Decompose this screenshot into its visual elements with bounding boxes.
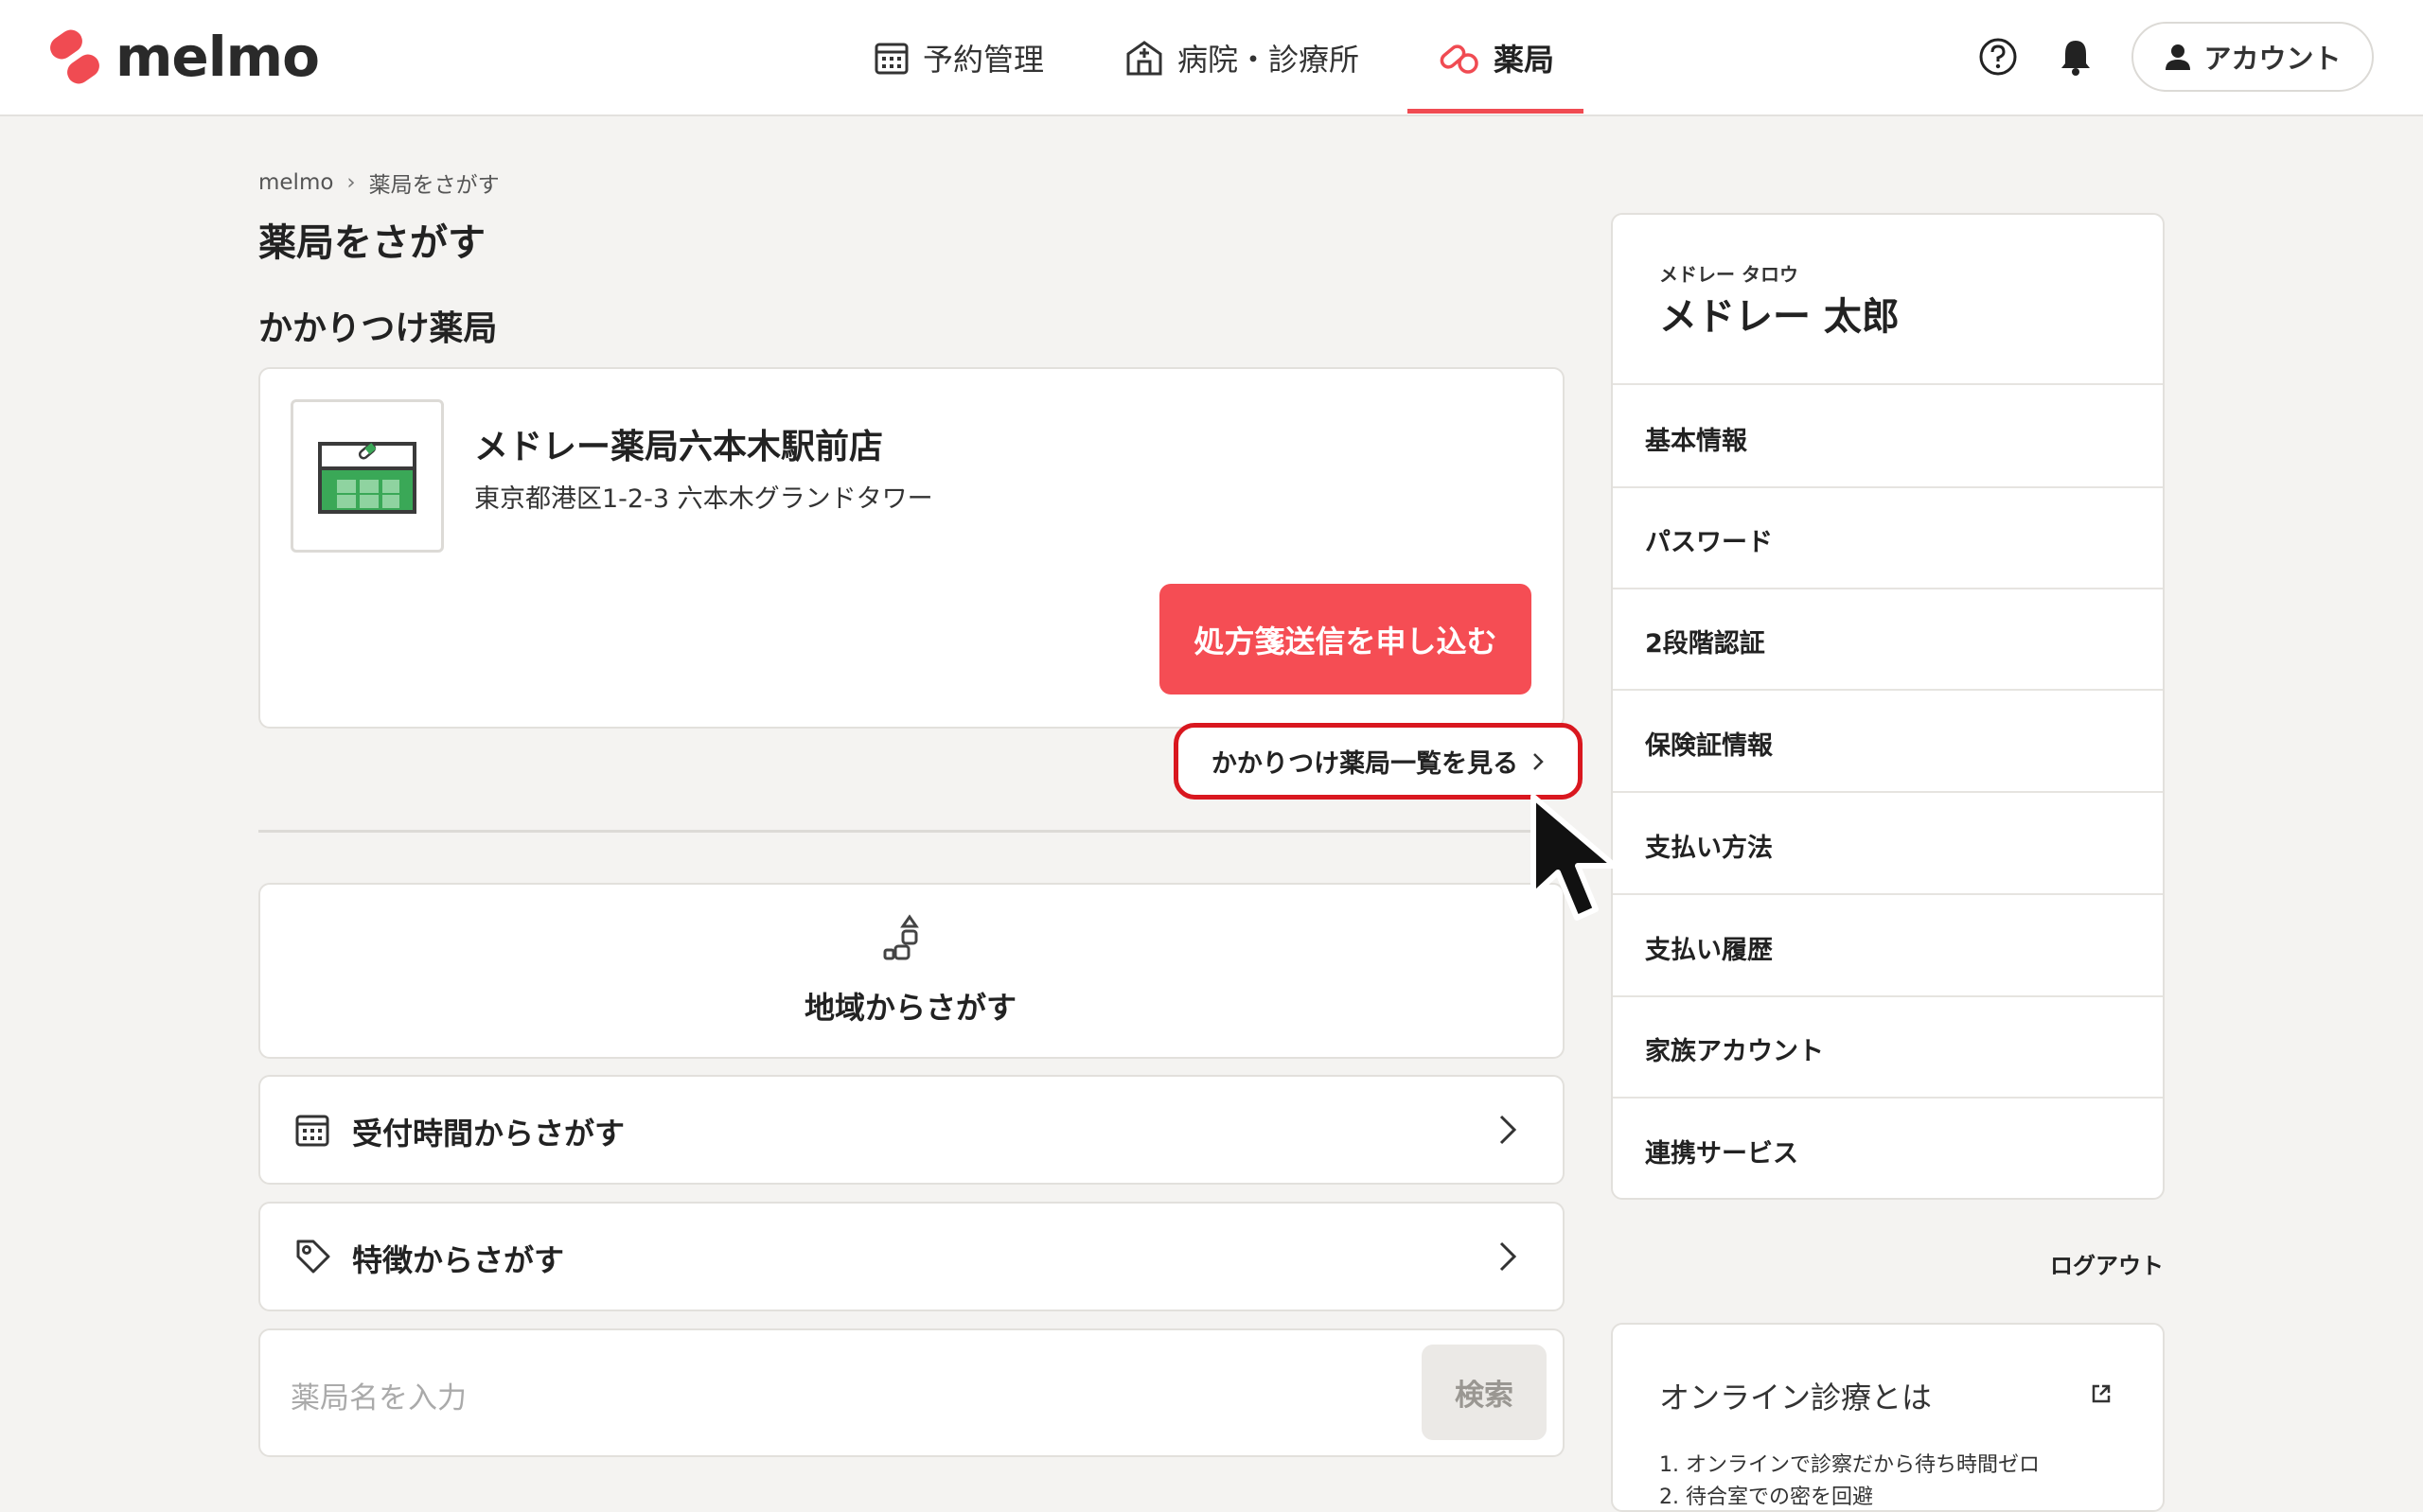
favorite-section-title: かかりつけ薬局 [258,309,498,348]
menu-divider [1613,791,2163,793]
search-button[interactable]: 検索 [1422,1345,1547,1440]
online-consultation-title: オンライン診療とは [1659,1380,1933,1415]
user-name: メドレー 太郎 [1659,295,1900,339]
page-title: 薬局をさがす [258,221,486,265]
menu-basic-info[interactable]: 基本情報 [1645,420,1747,457]
nav-hospitals-label: 病院・診療所 [1177,41,1360,78]
menu-divider [1613,383,2163,385]
region-search-label: 地域からさがす [804,990,1017,1026]
top-header: melmo 予約管理 病院・診療所 薬局 アカウント [0,0,2423,116]
tag-icon [296,1239,330,1274]
breadcrumb-home[interactable]: melmo [258,170,333,195]
nav-pharmacy-label: 薬局 [1494,41,1555,78]
user-icon [2166,44,2191,70]
region-blocks-icon [883,914,919,960]
mouse-cursor-icon [1530,794,1618,921]
menu-divider [1613,1097,2163,1099]
calendar-icon [875,43,909,74]
pharmacy-address: 東京都港区1-2-3 六本木グランドタワー [474,484,933,514]
pharmacy-store-icon [318,442,416,514]
menu-insurance[interactable]: 保険証情報 [1645,725,1773,762]
menu-payment-method[interactable]: 支払い方法 [1645,827,1773,864]
online-benefit-1: 1. オンラインで診察だから待ち時間ゼロ [1659,1453,2040,1477]
chevron-right-icon [1499,1115,1517,1145]
pharmacy-name[interactable]: メドレー薬局六本木駅前店 [474,419,883,468]
features-search-label: 特徴からさがす [352,1242,565,1278]
menu-linked-services[interactable]: 連携サービス [1645,1133,1798,1169]
logo-text: melmo [115,25,320,89]
external-link-icon [2092,1384,2111,1403]
help-icon[interactable] [1976,35,2020,79]
melmo-logo[interactable]: melmo [45,25,320,89]
breadcrumb-current: 薬局をさがす [368,173,500,198]
chevron-right-icon [1499,1241,1517,1272]
nav-reservations[interactable]: 予約管理 [874,0,1044,114]
chevron-right-icon [1533,752,1544,770]
chevron-right-icon: › [346,170,356,195]
menu-divider [1613,689,2163,691]
pharmacy-thumbnail [291,399,444,553]
menu-family-account[interactable]: 家族アカウント [1645,1030,1824,1067]
menu-password[interactable]: パスワード [1645,521,1773,558]
menu-two-factor[interactable]: 2段階認証 [1645,623,1765,659]
section-divider [258,830,1565,833]
breadcrumb: melmo › 薬局をさがす [258,167,500,199]
menu-divider [1613,588,2163,589]
account-label: アカウント [2203,43,2342,75]
favorite-list-label: かかりつけ薬局一覧を見る [1211,749,1519,779]
nav-active-indicator [1407,109,1583,114]
pharmacy-name-input[interactable]: 薬局名を入力 [291,1374,467,1416]
account-button[interactable]: アカウント [2131,22,2374,92]
hours-search-label: 受付時間からさがす [352,1116,626,1152]
favorite-list-link[interactable]: かかりつけ薬局一覧を見る [1174,723,1583,800]
melmo-logo-icon [50,29,99,84]
bell-icon[interactable] [2054,35,2097,79]
menu-payment-history[interactable]: 支払い履歴 [1645,929,1773,966]
menu-divider [1613,995,2163,997]
user-name-kana: メドレー タロウ [1659,263,1798,286]
calendar-icon [295,1115,329,1147]
hospital-icon [1126,40,1162,75]
nav-pharmacy[interactable]: 薬局 [1439,0,1554,114]
nav-reservations-label: 予約管理 [923,41,1045,78]
online-benefit-2: 2. 待合室での密を回避 [1659,1486,1873,1509]
apply-prescription-button[interactable]: 処方箋送信を申し込む [1159,584,1531,694]
menu-divider [1613,486,2163,488]
nav-hospitals[interactable]: 病院・診療所 [1124,0,1359,114]
menu-divider [1613,893,2163,895]
pill-icon [1440,44,1478,74]
logout-link[interactable]: ログアウト [2050,1247,2164,1280]
region-search-card[interactable] [258,883,1565,1059]
